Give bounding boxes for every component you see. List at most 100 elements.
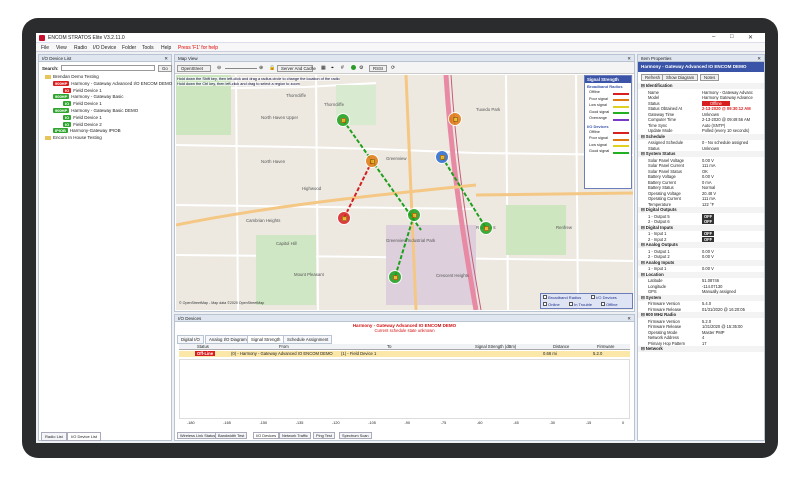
property-section[interactable]: ⊟ Network xyxy=(638,346,764,352)
menu-folder[interactable]: Folder xyxy=(122,45,136,51)
zoom-out-icon[interactable]: ⊖ xyxy=(217,65,221,71)
signal-scale: -180 -165 -150 -135 -120 -105 -90 -75 -60 -45 -30-… xyxy=(179,419,630,427)
menu-file[interactable]: File xyxy=(41,45,49,51)
legend-broadband-item: Overrange xyxy=(585,116,631,123)
property-section[interactable]: ⊟ Location xyxy=(638,271,764,278)
filter-online[interactable]: Online xyxy=(543,302,560,307)
menu-radio[interactable]: Radio xyxy=(74,45,87,51)
filter-in-trouble[interactable]: In Trouble xyxy=(569,302,592,307)
search-input[interactable] xyxy=(61,65,155,71)
property-section[interactable]: ⊟ Identification xyxy=(638,83,764,89)
map-provider-select[interactable]: OpenStreet xyxy=(177,65,211,72)
property-section[interactable]: ⊟ Analog Inputs xyxy=(638,259,764,266)
tab-signal-strength[interactable]: Signal Strength xyxy=(247,335,285,344)
property-section[interactable]: ⊟ 900 MHz Radio xyxy=(638,312,764,318)
close-icon[interactable]: ✕ xyxy=(164,56,168,62)
filter-broadband[interactable]: Broadband Radios xyxy=(543,295,581,300)
menu-io-device[interactable]: I/O Device xyxy=(93,45,116,51)
map-canvas[interactable]: Thorncliffe North Haven Upper North Haven H… xyxy=(176,75,633,310)
table-row[interactable]: Off-Line (0) - Harmony - Gateway Advance… xyxy=(179,351,630,357)
maximize-icon[interactable]: □ xyxy=(730,34,734,40)
menu-view[interactable]: View xyxy=(56,45,67,51)
tree-row[interactable]: IO Field Device 1 xyxy=(63,101,102,107)
minimize-icon[interactable]: – xyxy=(712,34,715,40)
property-section[interactable]: ⊟ System xyxy=(638,294,764,301)
search-go-button[interactable]: Go xyxy=(158,65,172,72)
tree-row[interactable]: IO Field Device 2 xyxy=(63,121,102,127)
tab-digital-io[interactable]: Digital I/O xyxy=(177,335,204,344)
property-section[interactable]: ⊟ Analog Outputs xyxy=(638,242,764,248)
zoom-slider[interactable] xyxy=(225,68,257,69)
title-bar: ENCOM STRATOS Elite V3.2.11.0 – □ ✕ xyxy=(36,33,765,43)
property-section[interactable]: ⊟ Digital Outputs xyxy=(638,207,764,213)
refresh-button[interactable]: Refresh xyxy=(641,74,665,81)
device-badge: IPIOB xyxy=(53,128,68,134)
menu-tools[interactable]: Tools xyxy=(142,45,154,51)
tree-row[interactable]: IO Field Device 1 xyxy=(63,114,102,120)
tab-analog-io-diagram[interactable]: Analog I/O Diagram xyxy=(205,335,251,344)
filter-io-devices[interactable]: I/O Devices xyxy=(591,295,617,300)
tab-radio-list[interactable]: Radio List xyxy=(41,432,67,441)
tree-row[interactable]: Encom In House Testing xyxy=(45,135,102,140)
tab-spectrum-scan[interactable]: Spectrum Scan xyxy=(339,432,372,439)
tree-row[interactable]: Brendan Demo Testing xyxy=(45,74,99,79)
place-label: Greenview xyxy=(386,156,407,161)
tree-row[interactable]: IPIOB Harmony-Gateway IPIOB xyxy=(53,128,121,134)
tree-row[interactable]: 900HP Harmony - Gateway Advanced I/O ENCO… xyxy=(53,80,172,86)
tab-ping-test[interactable]: Ping Test xyxy=(313,432,335,439)
show-diagram-button[interactable]: Show Diagram xyxy=(662,74,699,81)
refresh-icon[interactable]: ⟳ xyxy=(391,65,395,71)
scale-tick-label: -90 xyxy=(404,421,411,425)
property-section[interactable]: ⊟ Digital Inputs xyxy=(638,224,764,231)
tree-row[interactable]: IO Field Device 1 xyxy=(63,87,102,93)
map-toolbar: OpenStreet ⊖ ⊕ 🔒 Server And Cache ▦ ⌖ # … xyxy=(175,62,634,74)
tab-network-traffic[interactable]: Network Traffic xyxy=(279,432,311,439)
property-key: Solar Panel Voltage xyxy=(648,157,684,163)
place-label: Capitol Hill xyxy=(276,241,297,246)
settings-icon[interactable]: ⚙ xyxy=(359,65,363,71)
tree-row[interactable]: 900HP Harmony - Gateway Basic xyxy=(53,94,124,100)
property-key: Status Obtained At xyxy=(648,106,683,111)
io-marker[interactable] xyxy=(435,150,449,164)
lock-icon[interactable]: 🔒 xyxy=(269,65,275,71)
property-value: OK xyxy=(702,168,708,174)
radio-marker[interactable] xyxy=(448,112,462,126)
tree-row[interactable]: 900HP Harmony - Gateway Basic DEMO xyxy=(53,108,138,113)
tab-schedule-assignment[interactable]: Schedule Assignment xyxy=(283,335,333,344)
io-marker[interactable] xyxy=(388,270,402,284)
property-value: 01/31/2020 @ 16:20:05 xyxy=(702,306,745,312)
property-section[interactable]: ⊟ Schedule xyxy=(638,133,764,140)
property-section[interactable]: ⊟ System Status xyxy=(638,151,764,157)
property-key: Status xyxy=(648,100,660,106)
status-icon[interactable] xyxy=(351,65,356,70)
filter-offline[interactable]: Offline xyxy=(601,302,618,307)
radio-marker-offline[interactable] xyxy=(337,211,351,225)
legend-swatch xyxy=(613,132,629,134)
scale-tick-label: -150 xyxy=(259,421,268,425)
close-icon[interactable]: ✕ xyxy=(748,34,753,41)
io-marker[interactable] xyxy=(407,208,421,222)
zoom-in-icon[interactable]: ⊕ xyxy=(259,65,263,71)
property-key: Time Sync xyxy=(648,122,668,128)
col-firmware: Firmware xyxy=(597,344,615,349)
property-key: Operating Current xyxy=(648,196,681,201)
property-value: 2-13-2020 @ 09:49:56 AM xyxy=(702,117,751,122)
radio-marker[interactable] xyxy=(336,113,350,127)
grid-icon[interactable]: # xyxy=(341,65,344,71)
tab-bandwidth-test[interactable]: Bandwidth Test xyxy=(215,432,248,439)
map-cache-select[interactable]: Server And Cache xyxy=(277,65,316,72)
tab-wireless-link-status[interactable]: Wireless Link Status xyxy=(177,432,219,439)
radio-marker[interactable] xyxy=(365,154,379,168)
property-key: Network Address xyxy=(648,335,679,340)
pin-icon[interactable]: ⌖ xyxy=(331,65,334,71)
io-marker[interactable] xyxy=(479,221,493,235)
property-value: Unknown xyxy=(702,145,720,151)
notes-button[interactable]: Notes xyxy=(700,74,720,81)
tab-io-device-list[interactable]: I/O Device List xyxy=(67,432,102,441)
tab-i-o-devices[interactable]: I/O Devices xyxy=(253,432,280,439)
device-icon xyxy=(440,155,445,160)
rssi-select[interactable]: RSSI xyxy=(369,65,387,72)
menu-help[interactable]: Help xyxy=(161,45,171,51)
layer-icon[interactable]: ▦ xyxy=(321,65,326,71)
close-icon[interactable]: ✕ xyxy=(627,316,631,322)
